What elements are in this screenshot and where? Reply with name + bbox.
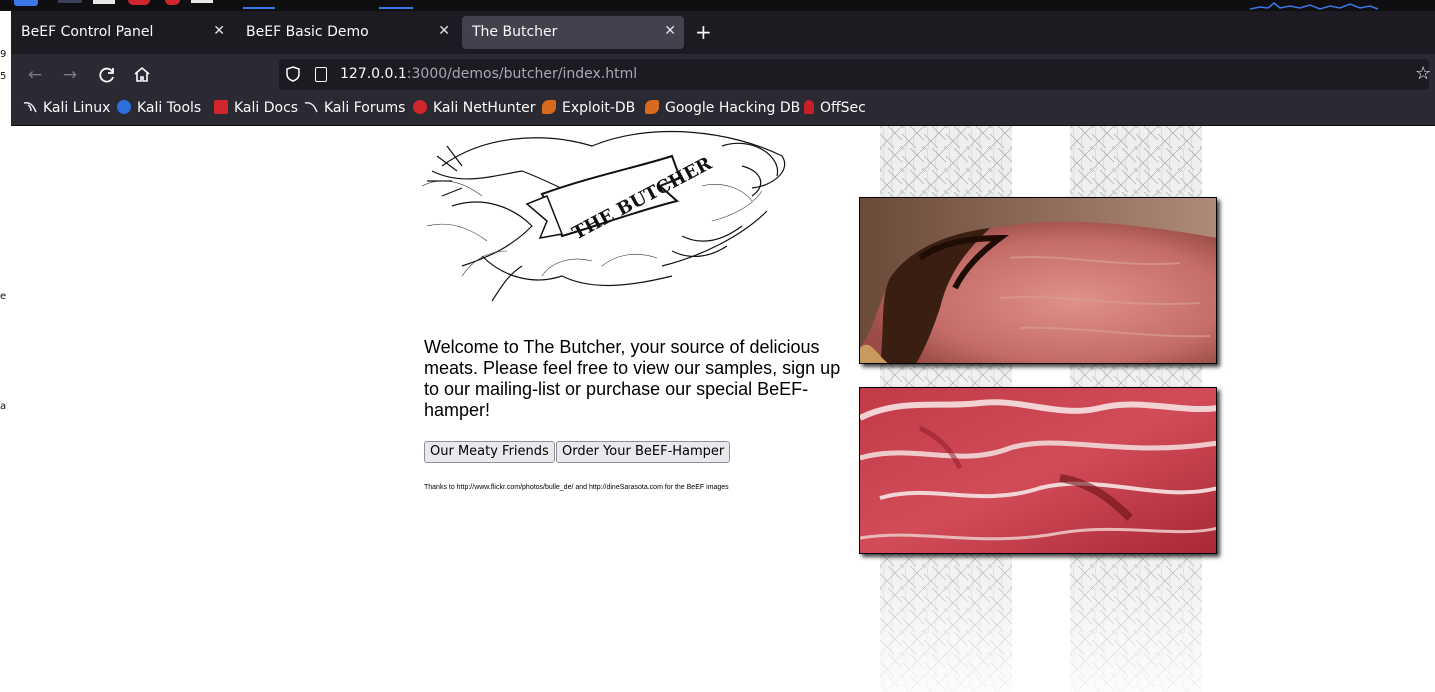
raw-beef-image <box>859 387 1217 554</box>
bookmark-offsec[interactable]: OffSec <box>804 100 866 120</box>
taskbar-app-icon[interactable] <box>58 0 82 3</box>
bookmark-google-hacking-db[interactable]: Google Hacking DB <box>645 100 800 120</box>
bookmark-kali-tools[interactable]: Kali Tools <box>117 100 201 120</box>
taskbar-app-icon[interactable] <box>93 0 115 4</box>
tab-label: BeEF Control Panel <box>21 24 154 40</box>
bookmark-kali-forums[interactable]: Kali Forums <box>304 100 405 120</box>
tracking-shield-icon[interactable] <box>286 66 300 82</box>
welcome-paragraph: Welcome to The Butcher, your source of d… <box>424 337 841 420</box>
desktop-taskbar <box>0 0 1435 11</box>
tab-label: The Butcher <box>472 24 558 40</box>
tab-beef-basic-demo[interactable]: BeEF Basic Demo ✕ <box>236 16 458 49</box>
kali-docs-icon <box>214 100 228 114</box>
browser-window: BeEF Control Panel ✕ BeEF Basic Demo ✕ T… <box>11 11 1435 692</box>
bookmarks-toolbar: Kali Linux Kali Tools Kali Docs Kali For… <box>11 95 1435 126</box>
taskbar-active-indicator <box>243 7 275 9</box>
taskbar-active-indicator <box>379 7 413 9</box>
network-graph-icon <box>1250 2 1379 10</box>
image-credits-text: Thanks to http://www.flickr.com/photos/b… <box>424 484 729 491</box>
bookmark-kali-linux[interactable]: Kali Linux <box>23 100 110 120</box>
exploit-db-icon <box>542 100 556 114</box>
kali-tools-icon <box>117 100 131 114</box>
butcher-logo: THE BUTCHER <box>422 130 786 302</box>
back-arrow-icon[interactable]: ← <box>24 64 46 86</box>
bookmark-kali-docs[interactable]: Kali Docs <box>214 100 298 120</box>
home-icon[interactable] <box>131 64 153 86</box>
close-icon[interactable]: ✕ <box>213 23 225 39</box>
meaty-friends-button[interactable]: Our Meaty Friends <box>424 441 555 463</box>
reload-icon[interactable] <box>96 64 118 86</box>
roast-beef-image <box>859 197 1217 364</box>
new-tab-plus-icon[interactable]: + <box>695 20 712 44</box>
kali-dragon-icon <box>23 102 37 113</box>
forward-arrow-icon[interactable]: → <box>59 64 81 86</box>
taskbar-app-icon[interactable] <box>165 0 180 5</box>
close-icon[interactable]: ✕ <box>664 23 676 39</box>
bookmark-exploit-db[interactable]: Exploit-DB <box>542 100 635 120</box>
ghdb-icon <box>645 100 659 114</box>
bookmark-star-icon[interactable]: ☆ <box>1415 64 1431 84</box>
offsec-icon <box>804 100 814 114</box>
tab-beef-control-panel[interactable]: BeEF Control Panel ✕ <box>11 16 233 49</box>
bookmark-kali-nethunter[interactable]: Kali NetHunter <box>413 100 535 120</box>
taskbar-app-icon[interactable] <box>191 0 213 3</box>
tab-label: BeEF Basic Demo <box>246 24 369 40</box>
tab-strip: BeEF Control Panel ✕ BeEF Basic Demo ✕ T… <box>11 11 1435 54</box>
desktop-background-edge: 9 5 e a <box>0 11 11 692</box>
nethunter-icon <box>413 100 427 114</box>
tab-the-butcher[interactable]: The Butcher ✕ <box>462 16 684 49</box>
taskbar-app-icon[interactable] <box>128 0 150 5</box>
close-icon[interactable]: ✕ <box>438 23 450 39</box>
navigation-toolbar: ← → 127.0.0.1:3000/demos/butcher/index.h… <box>11 54 1435 95</box>
address-bar[interactable]: 127.0.0.1:3000/demos/butcher/index.html <box>279 59 1429 90</box>
order-hamper-button[interactable]: Order Your BeEF-Hamper <box>556 441 731 463</box>
page-content: THE BUTCHER Welcome to The Butcher, your… <box>11 126 1435 692</box>
url-text[interactable]: 127.0.0.1:3000/demos/butcher/index.html <box>340 66 637 82</box>
kali-forums-icon <box>304 102 318 113</box>
taskbar-app-icon[interactable] <box>14 0 38 6</box>
page-info-icon[interactable] <box>315 67 327 82</box>
